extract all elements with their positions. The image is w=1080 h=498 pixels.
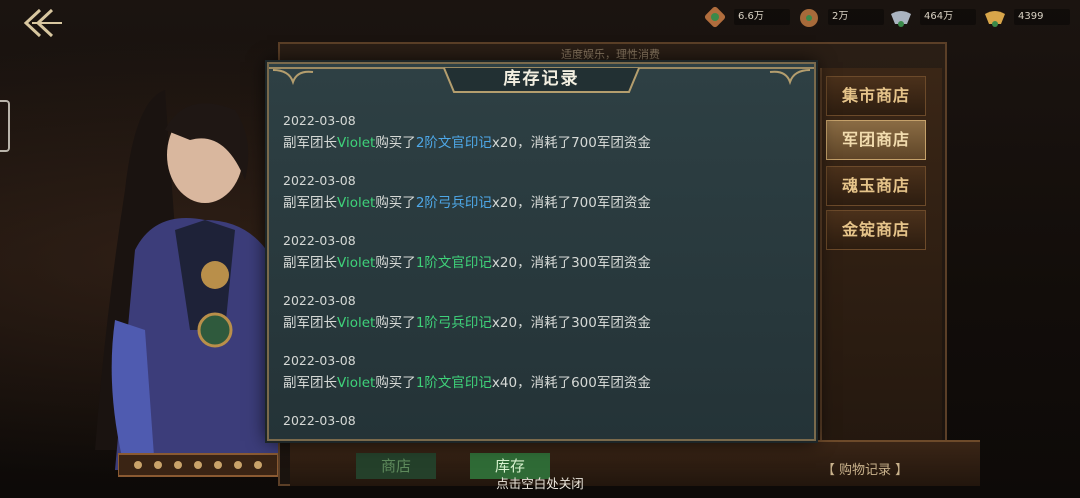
record-text: 副军团长Violet购买了1阶文官印记x40，消耗了600军团资金 xyxy=(283,375,651,391)
item-name: 1阶文官印记 xyxy=(415,375,492,391)
record-list[interactable]: 2022-03-08 副军团长Violet购买了2阶文官印记x20，消耗了700… xyxy=(269,106,814,426)
item-name: 1阶弓兵印记 xyxy=(415,315,492,331)
resource-bronze-seal[interactable]: 6.6万 xyxy=(702,4,790,30)
list-item: 2022-03-08 副军团长Violet购买了2阶文官印记x20，消耗了700… xyxy=(283,112,803,154)
item-name: 2阶弓兵印记 xyxy=(415,195,492,211)
tab-market-shop[interactable]: 集市商店 xyxy=(826,76,926,116)
character-portrait xyxy=(95,90,295,470)
close-hint: 点击空白处关闭 xyxy=(496,476,584,491)
record-date: 2022-03-08 xyxy=(283,293,356,308)
record-text: 副军团长Violet购买了1阶弓兵印记x20，消耗了300军团资金 xyxy=(283,315,651,331)
list-item: 2022-03-08 副军团长Violet购买了1阶文官印记x20，消耗了300… xyxy=(283,232,803,274)
resource-copper[interactable]: 2万 xyxy=(796,4,884,30)
list-item: 2022-03-08 副军团长Violet购买了2阶弓兵印记x20，消耗了700… xyxy=(283,172,803,214)
record-date: 2022-03-08 xyxy=(283,413,356,426)
abacus-decoration xyxy=(118,453,278,477)
resource-value: 464万 xyxy=(920,9,976,25)
player-name: Violet xyxy=(337,315,376,331)
list-item: 2022-03-08 副军团长Violet购买了1阶弓兵印记x20，消耗了300… xyxy=(283,292,803,334)
item-name: 2阶文官印记 xyxy=(415,135,492,151)
tab-gold-ingot-shop[interactable]: 金锭商店 xyxy=(826,210,926,250)
record-date: 2022-03-08 xyxy=(283,353,356,368)
resource-value: 2万 xyxy=(828,9,884,25)
record-text: 副军团长Violet购买了2阶文官印记x20，消耗了700军团资金 xyxy=(283,135,651,151)
side-panel-toggle[interactable] xyxy=(0,100,10,152)
list-item: 2022-03-08 xyxy=(283,412,803,426)
silver-ingot-icon xyxy=(891,11,911,27)
record-date: 2022-03-08 xyxy=(283,173,356,188)
resource-gold[interactable]: 4399 xyxy=(982,4,1070,30)
resource-value: 6.6万 xyxy=(734,9,790,25)
tab-legion-shop[interactable]: 军团商店 xyxy=(826,120,926,160)
bronze-seal-icon xyxy=(704,6,726,28)
tab-soul-jade-shop[interactable]: 魂玉商店 xyxy=(826,166,926,206)
dialog-title: 库存记录 xyxy=(503,69,580,89)
stock-record-dialog: 库存记录 2022-03-08 副军团长Violet购买了2阶文官印记x20，消… xyxy=(267,62,816,441)
back-arrow-icon[interactable] xyxy=(18,6,64,40)
player-name: Violet xyxy=(337,375,376,391)
resource-silver[interactable]: 464万 xyxy=(888,4,976,30)
copper-coin-pouch-icon xyxy=(800,9,818,27)
item-name: 1阶文官印记 xyxy=(415,255,492,271)
player-name: Violet xyxy=(337,255,376,271)
player-name: Violet xyxy=(337,135,376,151)
record-text: 副军团长Violet购买了1阶文官印记x20，消耗了300军团资金 xyxy=(283,255,651,271)
resource-value: 4399 xyxy=(1014,9,1070,25)
list-item: 2022-03-08 副军团长Violet购买了1阶文官印记x40，消耗了600… xyxy=(283,352,803,394)
player-name: Violet xyxy=(337,195,376,211)
record-date: 2022-03-08 xyxy=(283,233,356,248)
gold-ingot-icon xyxy=(985,11,1005,27)
record-text: 副军团长Violet购买了2阶弓兵印记x20，消耗了700军团资金 xyxy=(283,195,651,211)
record-date: 2022-03-08 xyxy=(283,113,356,128)
